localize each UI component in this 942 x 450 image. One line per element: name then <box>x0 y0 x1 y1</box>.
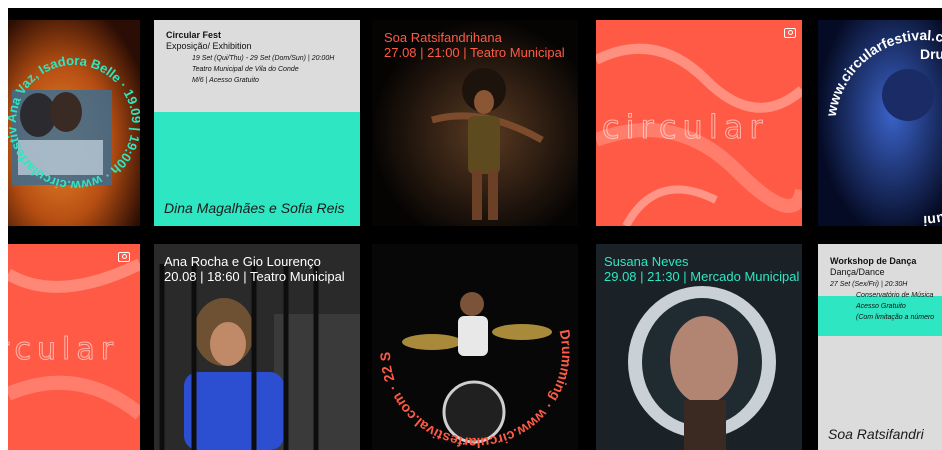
post-caption: Soa Ratsifandrihana 27.08 | 21:00 | Teat… <box>384 30 565 60</box>
flyer-artists: Dina Magalhães e Sofia Reis <box>164 200 345 216</box>
post-tile-ana-vaz[interactable]: Ana Vaz, Isadora Belle · 19.09 | 19:00h … <box>8 20 140 226</box>
post-caption: Susana Neves 29.08 | 21:30 | Mercado Mun… <box>604 254 799 284</box>
flyer-subtitle: Dança/Dance <box>830 267 885 277</box>
performer-name: Soa Ratsifandrihana <box>384 30 502 45</box>
circular-wordmark: circular <box>601 108 769 147</box>
flyer-date: 27 Set (Sex/Fri) | 20:30H <box>830 281 908 288</box>
flyer-artists: Soa Ratsifandri <box>828 426 924 442</box>
post-tile-drumming[interactable]: Drumming · www.circularfestival.com · 22… <box>372 244 578 450</box>
flyer-capacity: (Com limitação a número <box>856 314 935 321</box>
flyer-title: Workshop de Dança <box>830 256 917 266</box>
post-tile-drumming-blue[interactable]: www.circularfestival.com · 23 Set 2025 |… <box>818 20 942 226</box>
event-details: 27.08 | 21:00 | Teatro Municipal <box>384 45 565 60</box>
post-tile-circular-wordmark[interactable]: circular <box>596 20 802 226</box>
side-label: Dru <box>920 46 942 62</box>
event-details: 20.08 | 18:60 | Teatro Municipal <box>164 269 345 284</box>
instagram-grid: Ana Vaz, Isadora Belle · 19.09 | 19:00h … <box>8 8 942 450</box>
post-tile-soa-ratsifandrihana[interactable]: Soa Ratsifandrihana 27.08 | 21:00 | Teat… <box>372 20 578 226</box>
flyer-access: Acesso Gratuito <box>856 303 906 310</box>
post-tile-exhibition-flyer[interactable]: Circular Fest Exposição/ Exhibition 19 S… <box>154 20 360 226</box>
flyer-venue: Conservatório de Música <box>856 292 934 299</box>
flyer-venue: Teatro Municipal de Vila do Conde <box>192 66 299 73</box>
post-tile-ana-rocha[interactable]: Ana Rocha e Gio Lourenço 20.08 | 18:60 |… <box>154 244 360 450</box>
post-tile-workshop-flyer[interactable]: Workshop de Dança Dança/Dance 27 Set (Se… <box>818 244 942 450</box>
post-image: Ana Vaz, Isadora Belle · 19.09 | 19:00h … <box>8 20 140 226</box>
flyer-access: M/6 | Acesso Gratuito <box>192 77 259 84</box>
camera-icon <box>118 252 130 262</box>
performer-name: Susana Neves <box>604 254 689 269</box>
flyer-title: Circular Fest <box>166 30 222 40</box>
flyer-dates: 19 Set (Qui/Thu) - 29 Set (Dom/Sun) | 20… <box>192 55 335 62</box>
post-tile-circular-wordmark-2[interactable]: circular <box>8 244 140 450</box>
circular-wordmark: circular <box>8 332 120 368</box>
post-tile-susana-neves[interactable]: Susana Neves 29.08 | 21:30 | Mercado Mun… <box>596 244 802 450</box>
post-image: Drumming · www.circularfestival.com · 22… <box>372 244 578 450</box>
performer-name: Ana Rocha e Gio Lourenço <box>164 254 321 269</box>
flyer-subtitle: Exposição/ Exhibition <box>166 41 252 51</box>
event-details: 29.08 | 21:30 | Mercado Municipal <box>604 269 800 284</box>
camera-icon <box>784 28 796 38</box>
post-caption: Ana Rocha e Gio Lourenço 20.08 | 18:60 |… <box>164 254 345 284</box>
